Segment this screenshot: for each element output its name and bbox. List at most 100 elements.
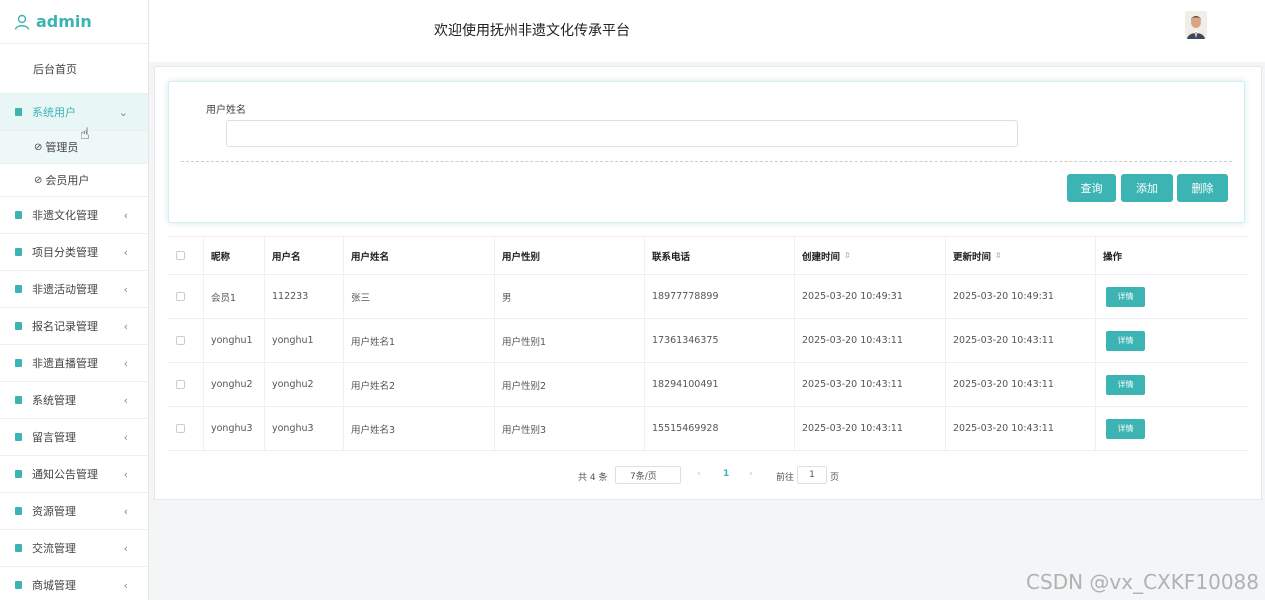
chevron-left-icon: ‹ (123, 578, 128, 592)
user-icon (14, 14, 30, 30)
watermark: CSDN @vx_CXKF10088 (1026, 570, 1259, 594)
column-header-created[interactable]: 创建时间 ⇳ (795, 237, 946, 274)
cell-action: 详情 (1096, 319, 1246, 362)
check-circle-icon: ⊘ (34, 174, 43, 186)
search-label: 用户姓名 (206, 105, 246, 116)
sidebar-item-activity[interactable]: 非遗活动管理 ‹ (0, 271, 148, 308)
cell-gender: 男 (495, 275, 645, 318)
column-header: 昵称 (204, 237, 265, 274)
cell-phone: 18294100491 (645, 363, 795, 406)
sidebar-item-system-users[interactable]: 系统用户 ⌄ (0, 94, 148, 131)
cell-created: 2025-03-20 10:43:11 (795, 363, 946, 406)
sidebar-item-system[interactable]: 系统管理 ‹ (0, 382, 148, 419)
column-header: 操作 (1103, 251, 1123, 263)
page-number[interactable]: 1 (723, 469, 729, 479)
brand: admin (0, 0, 148, 44)
sidebar-subitem-admin[interactable]: ⊘ 管理员 (0, 131, 148, 164)
sidebar: admin 后台首页 系统用户 ⌄ ⊘ 管理员 ⊘ 会员用户 非遗文化管理 ‹ … (0, 0, 149, 600)
page-title: 欢迎使用抚州非遗文化传承平台 (434, 23, 630, 39)
document-icon (15, 581, 22, 589)
sidebar-item-label: 资源管理 (32, 505, 76, 518)
select-all-checkbox[interactable] (176, 251, 185, 260)
cell-realname: 用户姓名3 (344, 407, 495, 450)
column-header-label: 创建时间 (802, 251, 841, 263)
pagination-total: 共 4 条 (578, 473, 608, 483)
next-page-icon[interactable]: › (749, 469, 753, 479)
column-header: 用户姓名 (344, 237, 495, 274)
row-select-cell (168, 407, 204, 450)
detail-button[interactable]: 详情 (1106, 374, 1145, 395)
sidebar-subitem-label: 会员用户 (45, 174, 90, 187)
cell-phone: 17361346375 (645, 319, 795, 362)
document-icon (15, 285, 22, 293)
header: 欢迎使用抚州非遗文化传承平台 (149, 0, 1265, 62)
row-checkbox[interactable] (176, 292, 185, 301)
cell-phone: 15515469928 (645, 407, 795, 450)
cell-created: 2025-03-20 10:43:11 (795, 407, 946, 450)
chevron-left-icon: ‹ (123, 245, 128, 259)
table-row: 会员1 112233 张三 男 18977778899 2025-03-20 1… (168, 275, 1248, 319)
cell-realname: 张三 (344, 275, 495, 318)
brand-name: admin (36, 12, 92, 31)
cell-realname: 用户姓名2 (344, 363, 495, 406)
sidebar-item-exchange[interactable]: 交流管理 ‹ (0, 530, 148, 567)
cell-phone: 18977778899 (645, 275, 795, 318)
row-checkbox[interactable] (176, 380, 185, 389)
document-icon (15, 507, 22, 515)
chevron-down-icon: ⌄ (118, 105, 128, 119)
cell-action: 详情 (1096, 407, 1246, 450)
row-select-cell (168, 275, 204, 318)
sidebar-item-messages[interactable]: 留言管理 ‹ (0, 419, 148, 456)
cell-realname: 用户姓名1 (344, 319, 495, 362)
prev-page-icon[interactable]: ‹ (697, 469, 701, 479)
sidebar-item-label: 报名记录管理 (32, 320, 98, 333)
page-size-select[interactable]: 7条/页 (615, 466, 681, 484)
add-button[interactable]: 添加 (1121, 174, 1173, 202)
chevron-left-icon: ‹ (123, 393, 128, 407)
cell-username: yonghu3 (265, 407, 344, 450)
sidebar-item-shop[interactable]: 商城管理 ‹ (0, 567, 148, 600)
sidebar-item-label: 非遗活动管理 (32, 283, 98, 296)
cell-gender: 用户性别3 (495, 407, 645, 450)
chevron-left-icon: ‹ (123, 319, 128, 333)
sidebar-item-live[interactable]: 非遗直播管理 ‹ (0, 345, 148, 382)
sidebar-item-label: 留言管理 (32, 431, 76, 444)
sort-icon[interactable]: ⇳ (995, 251, 1002, 260)
search-input[interactable] (226, 120, 1018, 147)
chevron-left-icon: ‹ (123, 504, 128, 518)
avatar[interactable] (1185, 11, 1207, 39)
sidebar-item-notices[interactable]: 通知公告管理 ‹ (0, 456, 148, 493)
search-card: 用户姓名 查询 添加 删除 (168, 81, 1245, 223)
document-icon (15, 396, 22, 404)
sidebar-item-signup[interactable]: 报名记录管理 ‹ (0, 308, 148, 345)
detail-button[interactable]: 详情 (1106, 330, 1145, 351)
table-row: yonghu3 yonghu3 用户姓名3 用户性别3 15515469928 … (168, 407, 1248, 451)
document-icon (15, 322, 22, 330)
sidebar-item-heritage[interactable]: 非遗文化管理 ‹ (0, 197, 148, 234)
detail-button[interactable]: 详情 (1106, 286, 1145, 307)
sidebar-subitem-members[interactable]: ⊘ 会员用户 (0, 164, 148, 197)
goto-page-input[interactable]: 1 (797, 466, 827, 484)
chevron-left-icon: ‹ (123, 430, 128, 444)
sidebar-item-label: 商城管理 (32, 579, 76, 592)
chevron-left-icon: ‹ (123, 467, 128, 481)
column-header-updated[interactable]: 更新时间 ⇳ (946, 237, 1096, 274)
sidebar-item-label: 非遗直播管理 (32, 357, 98, 370)
row-checkbox[interactable] (176, 424, 185, 433)
sidebar-item-resources[interactable]: 资源管理 ‹ (0, 493, 148, 530)
column-header: 联系电话 (645, 237, 795, 274)
sort-icon[interactable]: ⇳ (844, 251, 851, 260)
sidebar-item-category[interactable]: 项目分类管理 ‹ (0, 234, 148, 271)
cell-username: 112233 (265, 275, 344, 318)
chevron-left-icon: ‹ (123, 282, 128, 296)
detail-button[interactable]: 详情 (1106, 418, 1145, 439)
table-header-row: 昵称 用户名 用户姓名 用户性别 联系电话 创建时间 ⇳ 更新时间 ⇳ 操作 (168, 237, 1248, 275)
table-row: yonghu2 yonghu2 用户姓名2 用户性别2 18294100491 … (168, 363, 1248, 407)
avatar-image (1185, 11, 1207, 39)
hand-cursor-icon: ☝ (80, 124, 90, 143)
sidebar-item-home[interactable]: 后台首页 (0, 44, 148, 94)
delete-button[interactable]: 删除 (1177, 174, 1228, 202)
sidebar-item-label: 非遗文化管理 (32, 209, 98, 222)
query-button[interactable]: 查询 (1067, 174, 1116, 202)
row-checkbox[interactable] (176, 336, 185, 345)
